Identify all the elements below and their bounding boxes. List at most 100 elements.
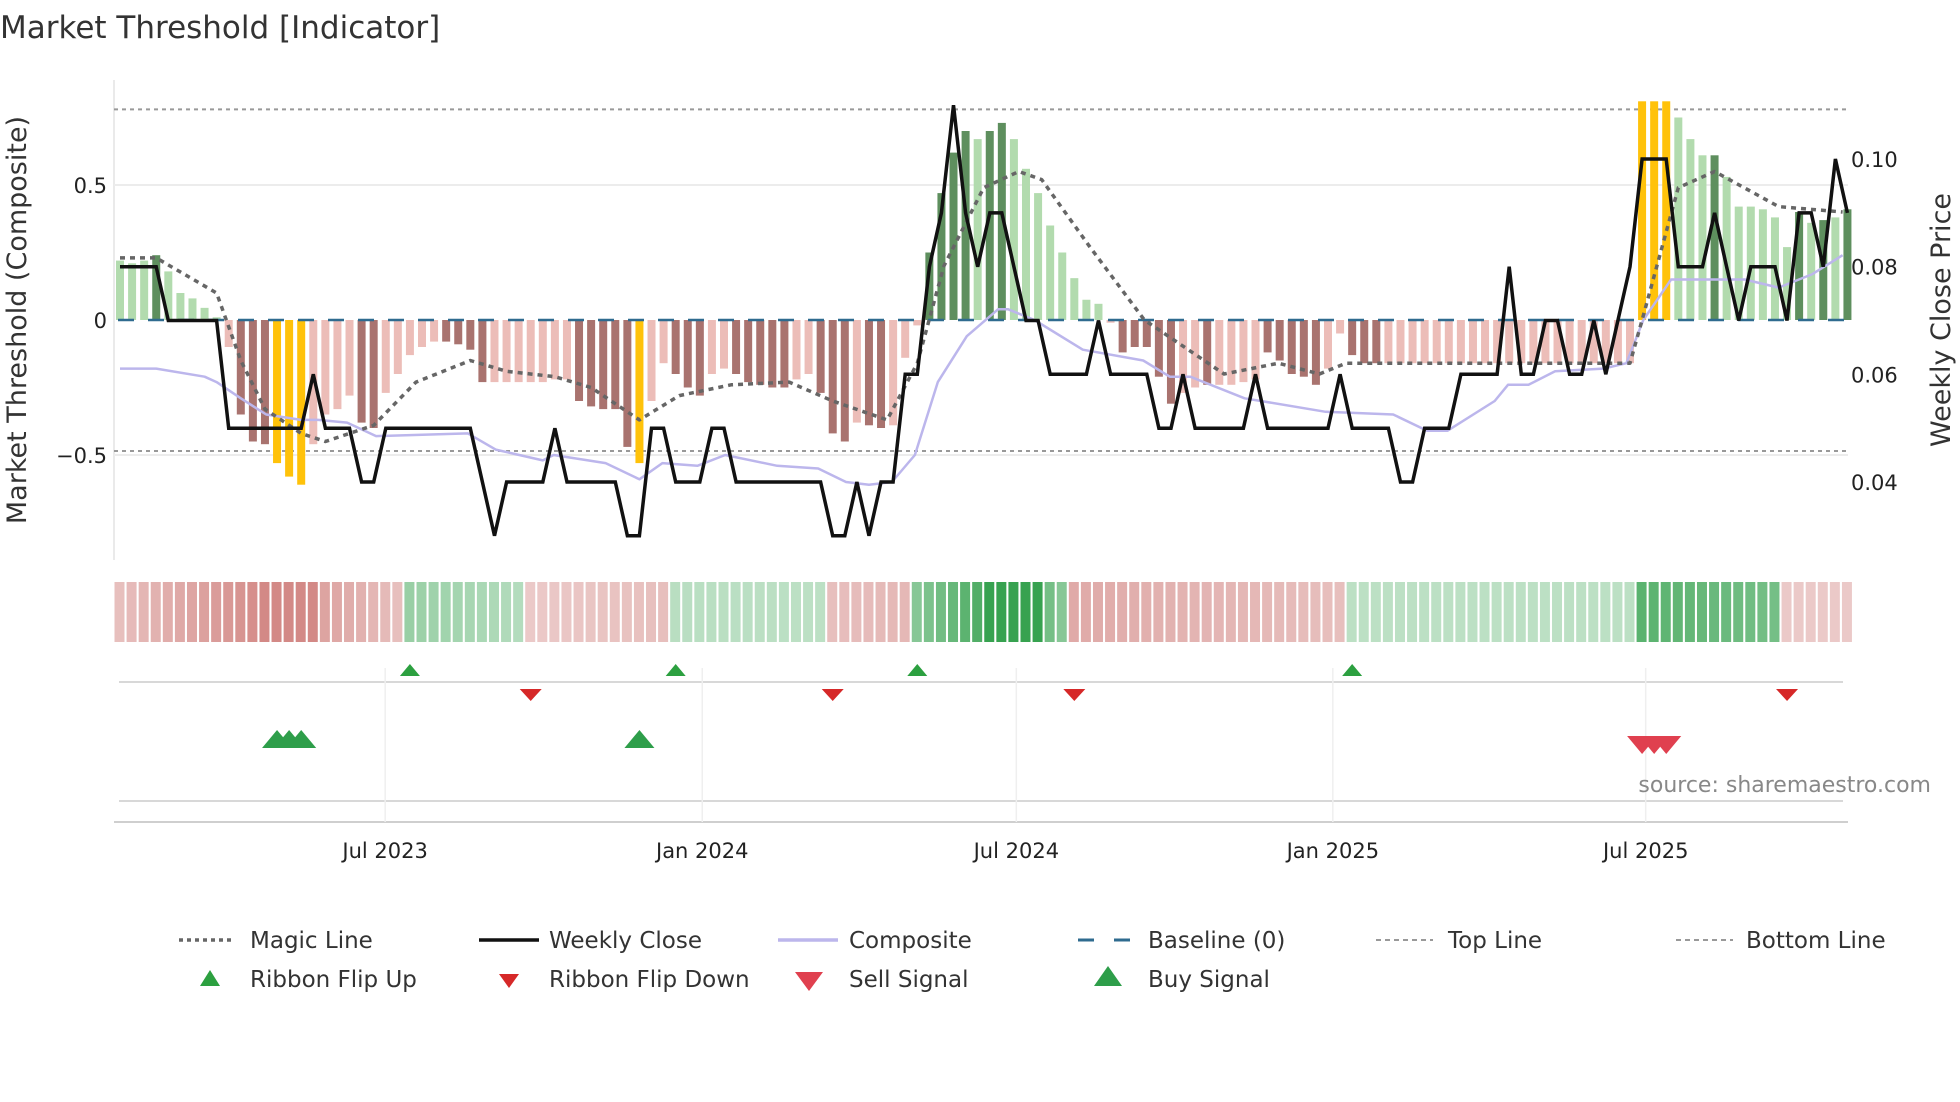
threshold-bar	[321, 320, 330, 415]
ribbon-cell	[1467, 582, 1478, 642]
ribbon-cell	[948, 582, 959, 642]
ribbon-cell	[1552, 582, 1563, 642]
ribbon-flip-down-icon	[1063, 689, 1086, 701]
ribbon-cell	[537, 582, 548, 642]
ribbon-cell	[1020, 582, 1031, 642]
threshold-bar	[1710, 155, 1719, 320]
ribbon-cell	[1129, 582, 1140, 642]
ribbon-cell	[1684, 582, 1695, 642]
ribbon-cell	[1745, 582, 1756, 642]
y2-axis-title: Weekly Close Price	[1926, 193, 1957, 447]
ribbon-cell	[1793, 582, 1804, 642]
signal-markers	[262, 664, 1799, 754]
x-tick-label: Jul 2025	[1601, 839, 1688, 863]
threshold-bar	[1686, 139, 1695, 320]
ribbon-cell	[1165, 582, 1176, 642]
threshold-bar	[707, 320, 716, 374]
ribbon-cell	[1250, 582, 1261, 642]
legend-buy-icon	[1094, 966, 1122, 986]
ribbon-cell	[815, 582, 826, 642]
x-tick-label: Jul 2024	[972, 839, 1059, 863]
legend-flip-down-label: Ribbon Flip Down	[549, 967, 750, 993]
ribbon-cell	[416, 582, 427, 642]
threshold-bar	[1324, 320, 1332, 369]
ribbon-cell	[960, 582, 971, 642]
ribbon-flip-up-icon	[399, 664, 420, 676]
threshold-bar	[1022, 168, 1030, 320]
threshold-bar	[333, 320, 342, 410]
threshold-bar	[1444, 320, 1453, 364]
ribbon-cell	[1334, 582, 1345, 642]
ribbon-cell	[1612, 582, 1623, 642]
ribbon-cell	[235, 582, 246, 642]
ribbon-cell	[1576, 582, 1587, 642]
threshold-bar	[587, 320, 596, 407]
threshold-bar	[611, 320, 620, 410]
ribbon-cell	[718, 582, 729, 642]
ribbon-cell	[138, 582, 149, 642]
threshold-bar	[1009, 139, 1018, 320]
ribbon-cell	[1044, 582, 1055, 642]
threshold-bar	[816, 320, 825, 393]
ribbon-cell	[706, 582, 717, 642]
ribbon-cell	[585, 582, 596, 642]
threshold-bar	[381, 320, 390, 393]
ribbon-cell	[247, 582, 258, 642]
threshold-bar	[804, 320, 813, 374]
threshold-bar	[1046, 225, 1055, 320]
ribbon-cell	[1177, 582, 1188, 642]
x-tick-label: Jan 2024	[654, 839, 749, 863]
ribbon-flip-up-icon	[907, 664, 928, 676]
ribbon-cell	[923, 582, 934, 642]
threshold-bar	[1505, 320, 1514, 364]
ribbon-cell	[694, 582, 705, 642]
ribbon-cell	[597, 582, 608, 642]
threshold-bar	[671, 320, 680, 374]
threshold-bar	[913, 320, 922, 326]
threshold-bar	[1118, 320, 1127, 353]
ribbon-cell	[1696, 582, 1707, 642]
threshold-bar	[1336, 320, 1345, 334]
threshold-bar	[442, 320, 451, 342]
ribbon-cell	[428, 582, 439, 642]
ribbon-cell	[1419, 582, 1430, 642]
legend-sell-label: Sell Signal	[849, 967, 969, 993]
ribbon-cell	[1189, 582, 1200, 642]
ribbon-cell	[646, 582, 657, 642]
ribbon-cell	[778, 582, 789, 642]
ribbon	[114, 582, 1852, 642]
threshold-bar	[1468, 320, 1477, 364]
threshold-bar	[418, 320, 426, 347]
ribbon-cell	[935, 582, 946, 642]
threshold-bar	[260, 320, 269, 445]
ribbon-cell	[1648, 582, 1659, 642]
legend-composite-label: Composite	[849, 928, 972, 954]
y-tick-label: 0	[94, 309, 107, 333]
threshold-bar	[454, 320, 463, 345]
threshold-bar	[792, 320, 801, 380]
market-threshold-chart: Market Threshold [Indicator] Market Thre…	[0, 10, 1957, 993]
threshold-bar	[1130, 320, 1139, 347]
ribbon-cell	[126, 582, 137, 642]
threshold-bar	[635, 320, 644, 464]
ribbon-cell	[972, 582, 983, 642]
ribbon-cell	[1382, 582, 1393, 642]
ribbon-cell	[404, 582, 415, 642]
threshold-bars	[116, 101, 1852, 485]
threshold-bar	[720, 320, 728, 369]
ribbon-cell	[1056, 582, 1067, 642]
ribbon-cell	[1080, 582, 1091, 642]
threshold-bar	[732, 320, 741, 374]
ribbon-cell	[984, 582, 995, 642]
ribbon-cell	[186, 582, 197, 642]
ribbon-cell	[1201, 582, 1212, 642]
threshold-bar	[1348, 320, 1357, 356]
threshold-bar	[369, 320, 378, 428]
ribbon-cell	[803, 582, 814, 642]
x-tick-label: Jan 2025	[1285, 839, 1380, 863]
threshold-bar	[430, 320, 439, 342]
threshold-bar	[550, 320, 559, 380]
buy-signal-icon	[624, 730, 655, 748]
y2-tick-label: 0.08	[1851, 256, 1898, 280]
ribbon-cell	[1237, 582, 1248, 642]
